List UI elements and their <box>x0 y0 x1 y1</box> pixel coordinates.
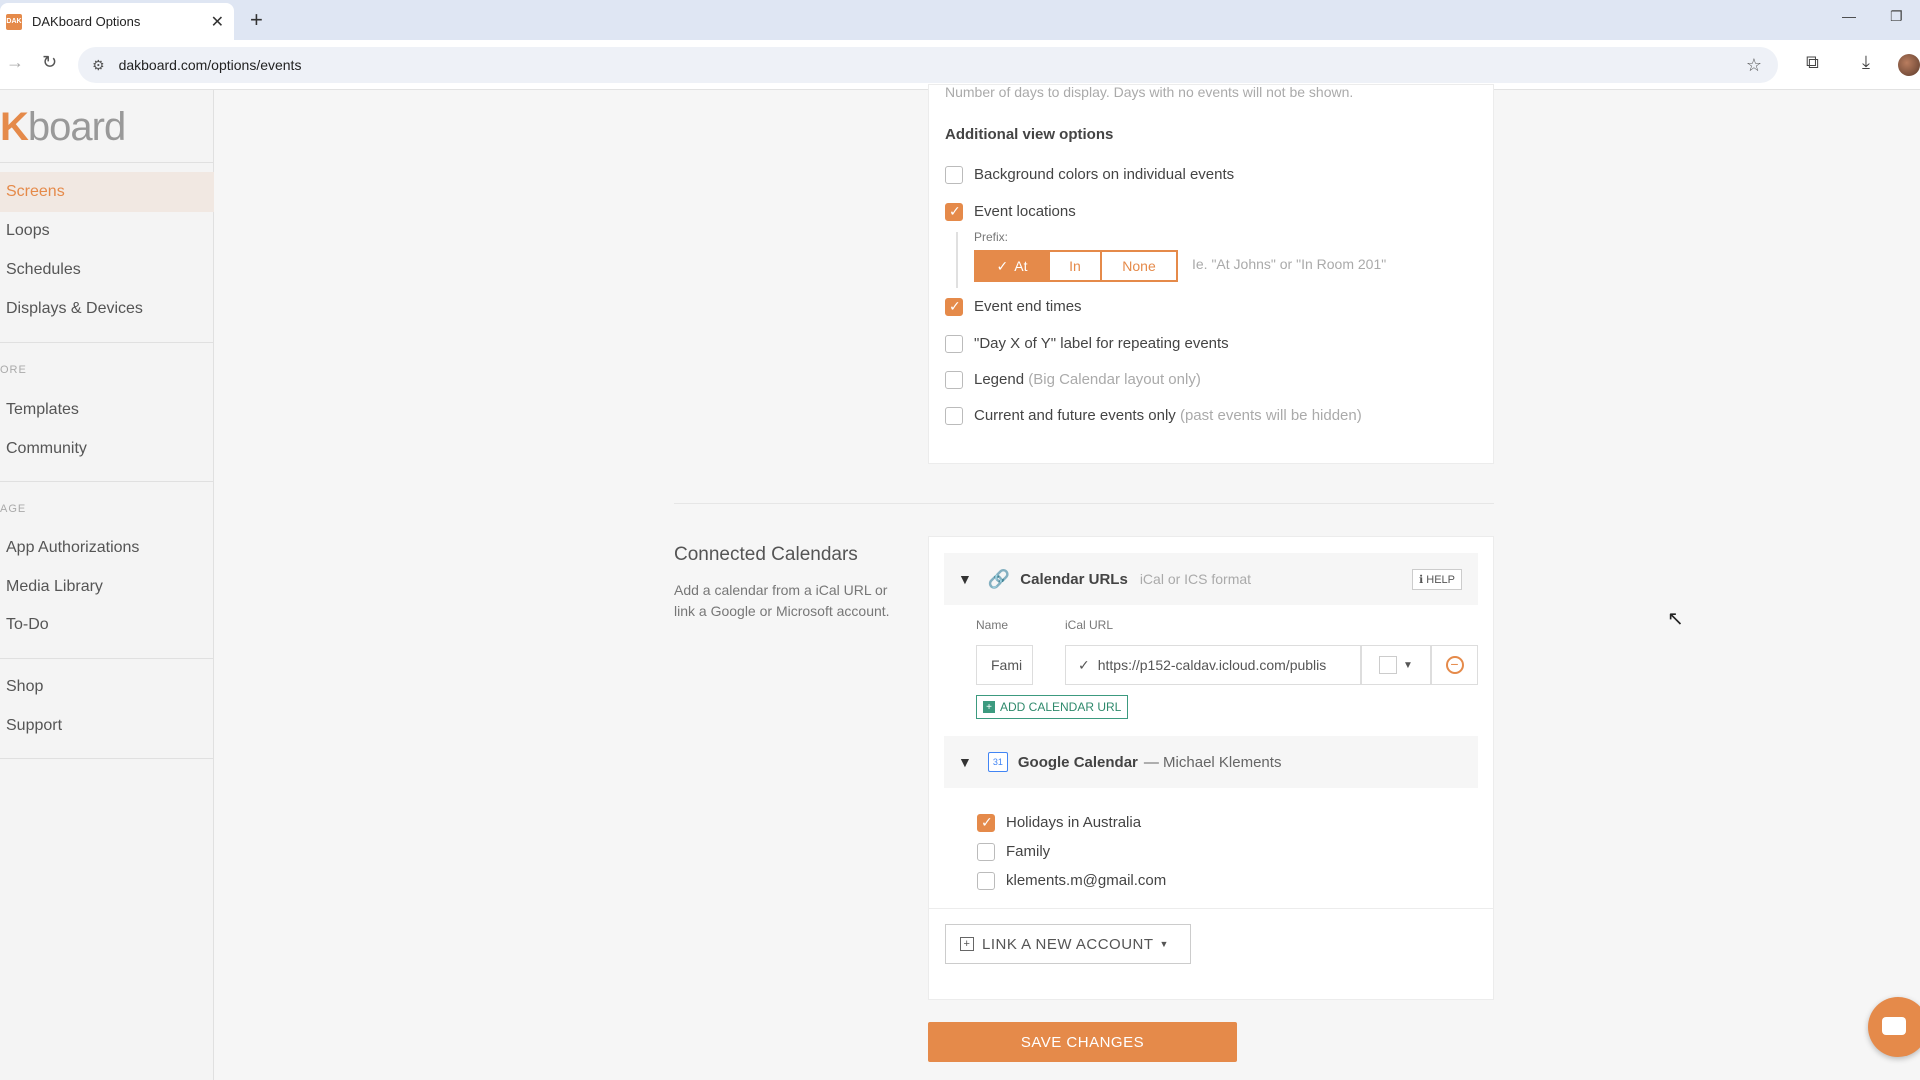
event-end-times-checkbox[interactable] <box>945 298 963 316</box>
sidebar-item-templates[interactable]: Templates <box>0 390 214 430</box>
new-tab-icon[interactable]: + <box>250 7 263 33</box>
tab-title: DAKboard Options <box>32 14 141 29</box>
sidebar-item-support[interactable]: Support <box>0 706 214 746</box>
prefix-hint: Ie. "At Johns" or "In Room 201" <box>1192 256 1387 272</box>
connected-calendars-description: Add a calendar from a iCal URL or link a… <box>674 582 890 619</box>
family-checkbox[interactable] <box>977 843 995 861</box>
card-divider <box>928 908 1494 909</box>
prefix-label: Prefix: <box>974 230 1009 244</box>
current-future-label: Current and future events only (past eve… <box>974 407 1362 424</box>
google-calendar-icon: 31 <box>987 752 1008 772</box>
forward-icon[interactable]: → <box>6 52 24 73</box>
sidebar: Kboard Screens Loops Schedules Displays … <box>0 90 214 1080</box>
extensions-icon[interactable]: ⧉ <box>1806 52 1819 73</box>
collapse-triangle-icon[interactable]: ▼ <box>958 754 972 770</box>
day-x-of-y-checkbox[interactable] <box>945 335 963 353</box>
link-icon: 🔗 <box>987 568 1011 589</box>
collapse-triangle-icon[interactable]: ▼ <box>958 571 972 587</box>
color-swatch <box>1379 656 1398 674</box>
sidebar-heading-manage: AGE <box>0 503 27 515</box>
chat-widget-button[interactable] <box>1868 997 1920 1057</box>
gmail-calendar-checkbox[interactable] <box>977 872 995 890</box>
event-locations-checkbox[interactable] <box>945 203 963 221</box>
legend-checkbox[interactable] <box>945 371 963 389</box>
legend-label: Legend (Big Calendar layout only) <box>974 371 1201 388</box>
caret-down-icon: ▼ <box>1403 659 1413 671</box>
sidebar-heading-explore: ORE <box>0 364 27 376</box>
google-account-name: — Michael Klements <box>1143 753 1282 771</box>
add-calendar-url-button[interactable]: + ADD CALENDAR URL <box>976 695 1129 719</box>
link-new-account-button[interactable]: + LINK A NEW ACCOUNT ▼ <box>945 924 1191 964</box>
restore-icon[interactable]: ❐ <box>1890 8 1903 25</box>
event-end-times-label: Event end times <box>974 298 1082 315</box>
browser-tab[interactable]: DAK DAKboard Options ✕ <box>0 3 234 40</box>
section-divider <box>674 503 1494 504</box>
bg-colors-checkbox[interactable] <box>945 166 963 184</box>
bookmark-star-icon[interactable]: ☆ <box>1746 55 1762 76</box>
dakboard-logo[interactable]: Kboard <box>0 105 126 150</box>
address-url[interactable]: dakboard.com/options/events <box>119 57 302 73</box>
prefix-segmented-control: ✓ At In None <box>974 250 1178 282</box>
sidebar-item-media-library[interactable]: Media Library <box>0 567 214 607</box>
sidebar-item-schedules[interactable]: Schedules <box>0 250 214 290</box>
check-icon: ✓ <box>996 257 1009 274</box>
prefix-option-none[interactable]: None <box>1102 250 1178 282</box>
site-settings-icon[interactable]: ⚙ <box>92 57 105 74</box>
minus-circle-icon: − <box>1445 656 1464 674</box>
browser-toolbar: → ↻ ⚙ dakboard.com/options/events ☆ ⧉ ⤓ <box>0 40 1920 90</box>
days-hint: Number of days to display. Days with no … <box>945 84 1354 100</box>
calendar-urls-title: Calendar URLs <box>1020 570 1128 588</box>
remove-calendar-button[interactable]: − <box>1431 645 1478 685</box>
calendar-urls-header[interactable]: ▼ 🔗 Calendar URLs iCal or ICS format ℹ H… <box>944 553 1478 605</box>
view-options-heading: Additional view options <box>945 126 1114 143</box>
sidebar-item-shop[interactable]: Shop <box>0 667 214 707</box>
holidays-australia-label: Holidays in Australia <box>1006 814 1142 831</box>
profile-avatar[interactable] <box>1898 54 1920 76</box>
browser-tabbar: DAK DAKboard Options ✕ + — ❐ <box>0 0 1920 40</box>
download-icon[interactable]: ⤓ <box>1862 52 1870 73</box>
color-picker-dropdown[interactable]: ▼ <box>1361 645 1431 685</box>
family-label: Family <box>1006 843 1051 860</box>
plus-icon: + <box>983 701 995 713</box>
google-calendar-title: Google Calendar <box>1017 753 1138 771</box>
help-button[interactable]: ℹ HELP <box>1412 568 1462 590</box>
reload-icon[interactable]: ↻ <box>42 52 57 73</box>
prefix-option-in[interactable]: In <box>1050 250 1102 282</box>
sidebar-item-loops[interactable]: Loops <box>0 211 214 251</box>
sidebar-item-screens[interactable]: Screens <box>0 172 214 212</box>
mouse-cursor-icon: ↖ <box>1667 608 1684 630</box>
sidebar-item-app-authorizations[interactable]: App Authorizations <box>0 528 214 568</box>
google-calendar-header[interactable]: ▼ 31 Google Calendar — Michael Klements <box>944 736 1478 788</box>
close-tab-icon[interactable]: ✕ <box>211 12 224 32</box>
calendar-name-input[interactable]: Fami <box>976 645 1033 685</box>
prefix-option-at[interactable]: ✓ At <box>974 250 1050 282</box>
gmail-calendar-label: klements.m@gmail.com <box>1006 872 1167 889</box>
connected-calendars-title: Connected Calendars <box>674 544 858 565</box>
sidebar-item-displays-devices[interactable]: Displays & Devices <box>0 289 214 329</box>
sidebar-item-todo[interactable]: To-Do <box>0 605 214 645</box>
minimize-icon[interactable]: — <box>1842 8 1856 24</box>
prefix-indent-line <box>956 232 958 288</box>
calendar-url-input[interactable]: ✓ https://p152-caldav.icloud.com/publis <box>1065 645 1361 685</box>
save-changes-button[interactable]: SAVE CHANGES <box>928 1022 1237 1062</box>
address-bar[interactable]: ⚙ dakboard.com/options/events ☆ <box>78 47 1778 83</box>
holidays-australia-checkbox[interactable] <box>977 814 995 832</box>
caret-down-icon: ▼ <box>1159 939 1169 949</box>
ical-url-column-header: iCal URL <box>1065 618 1114 632</box>
plus-square-icon: + <box>960 937 974 951</box>
check-icon: ✓ <box>1078 656 1090 673</box>
bg-colors-label: Background colors on individual events <box>974 166 1235 183</box>
current-future-checkbox[interactable] <box>945 407 963 425</box>
name-column-header: Name <box>976 618 1009 632</box>
day-x-of-y-label: "Day X of Y" label for repeating events <box>974 335 1229 352</box>
sidebar-item-community[interactable]: Community <box>0 429 214 469</box>
chat-icon <box>1882 1017 1906 1035</box>
event-locations-label: Event locations <box>974 203 1076 220</box>
calendar-urls-subtitle: iCal or ICS format <box>1139 571 1252 587</box>
dakboard-favicon-icon: DAK <box>6 13 22 30</box>
